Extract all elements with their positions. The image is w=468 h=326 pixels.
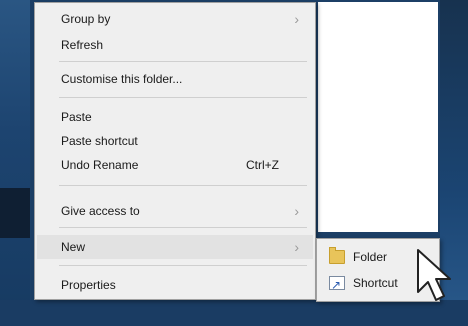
menu-item-give-access[interactable]: Give access to › <box>37 199 313 223</box>
menu-item-paste[interactable]: Paste <box>37 105 313 129</box>
menu-item-label: Give access to <box>61 204 140 218</box>
menu-item-undo-rename[interactable]: Undo Rename Ctrl+Z <box>37 153 313 177</box>
menu-item-label: Paste <box>61 110 92 124</box>
menu-item-label: Undo Rename <box>61 158 139 172</box>
submenu-item-label: Folder <box>353 250 388 264</box>
context-menu: Group by › Refresh Customise this folder… <box>34 2 316 300</box>
folder-icon <box>329 247 345 264</box>
menu-item-new[interactable]: New › <box>37 235 313 259</box>
blank-window-area <box>318 2 438 232</box>
menu-item-properties[interactable]: Properties <box>37 273 313 297</box>
menu-item-paste-shortcut[interactable]: Paste shortcut <box>37 129 313 153</box>
menu-item-label: Properties <box>61 278 116 292</box>
desktop-background-left <box>0 0 30 326</box>
desktop-background-bottom <box>0 300 468 326</box>
shortcut-icon <box>329 273 345 297</box>
menu-separator <box>59 265 307 266</box>
desktop-window-edge <box>0 188 30 238</box>
submenu-item-label: Shortcut <box>353 276 398 290</box>
menu-item-label: Paste shortcut <box>61 134 138 148</box>
menu-item-label: Refresh <box>61 38 104 52</box>
menu-separator <box>59 227 307 228</box>
mouse-pointer-icon <box>417 249 451 301</box>
chevron-right-icon: › <box>294 203 299 219</box>
menu-separator <box>59 61 307 62</box>
menu-item-group-by[interactable]: Group by › <box>37 7 313 31</box>
keyboard-shortcut: Ctrl+Z <box>246 158 279 172</box>
menu-item-customise-folder[interactable]: Customise this folder... <box>37 67 313 91</box>
menu-item-label: Group by <box>61 12 111 26</box>
chevron-right-icon: › <box>294 239 299 255</box>
menu-item-label: Customise this folder... <box>61 72 183 86</box>
menu-separator <box>59 185 307 186</box>
chevron-right-icon: › <box>294 11 299 27</box>
menu-separator <box>59 97 307 98</box>
menu-item-label: New <box>61 240 86 254</box>
menu-item-refresh[interactable]: Refresh <box>37 33 313 57</box>
